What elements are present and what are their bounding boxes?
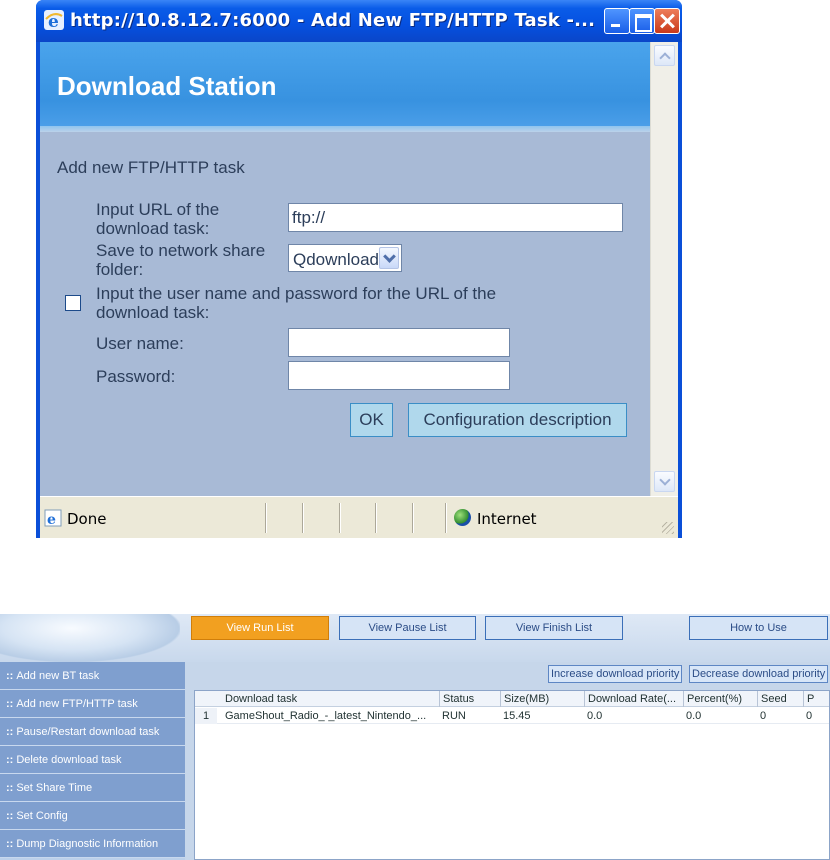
status-separator xyxy=(302,503,304,533)
sidebar-item-add-ftp-http-task[interactable]: :: Add new FTP/HTTP task xyxy=(0,690,185,718)
svg-text:e: e xyxy=(47,512,56,527)
internet-explorer-icon: e xyxy=(44,10,64,31)
increase-priority-button[interactable]: Increase download priority xyxy=(548,665,683,683)
row-number: 1 xyxy=(195,708,217,724)
banner: Download Station xyxy=(40,42,650,126)
close-button[interactable] xyxy=(654,8,680,34)
password-input[interactable] xyxy=(288,361,510,390)
column-header[interactable]: Seed xyxy=(757,691,803,707)
download-station-app: View Run List View Pause List View Finis… xyxy=(0,614,830,860)
percent-cell: 0.0 xyxy=(686,710,702,722)
scroll-up-arrow-icon[interactable] xyxy=(654,45,675,66)
status-separator xyxy=(412,503,414,533)
column-header[interactable]: Size(MB) xyxy=(500,691,584,707)
popup-window: e http://10.8.12.7:6000 - Add New FTP/HT… xyxy=(36,0,682,538)
column-header[interactable]: Percent(%) xyxy=(683,691,757,707)
popup-content: Download Station Add new FTP/HTTP task I… xyxy=(40,42,678,496)
sidebar-item-dump-diagnostic[interactable]: :: Dump Diagnostic Information xyxy=(0,830,185,858)
internet-zone-icon xyxy=(454,509,471,526)
auth-label-line1: Input the user name and password for the… xyxy=(96,284,497,303)
resize-grip-icon[interactable] xyxy=(662,522,674,534)
url-label-line1: Input URL of the xyxy=(96,200,220,219)
title-bar[interactable]: e http://10.8.12.7:6000 - Add New FTP/HT… xyxy=(36,0,682,42)
url-label-line2: download task: xyxy=(96,219,210,238)
main-panel: Increase download priority Decrease down… xyxy=(185,662,830,860)
seed-cell: 0 xyxy=(760,710,767,722)
sidebar: :: Add new BT task :: Add new FTP/HTTP tas… xyxy=(0,662,185,860)
page-status-icon: e xyxy=(44,509,62,527)
minimize-button[interactable] xyxy=(604,8,630,34)
ok-button[interactable]: OK xyxy=(350,403,393,437)
status-cell: RUN xyxy=(442,710,466,722)
password-label: Password: xyxy=(96,367,176,386)
task-name-cell: GameShout_Radio_-_latest_Nintendo_... xyxy=(225,710,427,722)
status-bar: e Done Internet xyxy=(40,496,678,538)
sidebar-item-set-config[interactable]: :: Set Config xyxy=(0,802,185,830)
table-header: Download task Status Size(MB) Download R… xyxy=(195,691,829,707)
share-folder-select[interactable]: Qdownload xyxy=(288,244,402,272)
rate-cell: 0.0 xyxy=(587,710,603,722)
column-header[interactable]: Download task xyxy=(217,691,439,707)
table-row[interactable]: 1 GameShout_Radio_-_latest_Nintendo_... … xyxy=(195,708,829,724)
zone-text: Internet xyxy=(477,510,537,528)
status-separator xyxy=(339,503,341,533)
download-task-table: Download task Status Size(MB) Download R… xyxy=(194,690,830,860)
url-input[interactable]: ftp:// xyxy=(288,203,623,232)
auth-label-line2: download task: xyxy=(96,303,210,322)
share-folder-value: Qdownload xyxy=(293,250,380,269)
column-header[interactable]: Status xyxy=(439,691,500,707)
share-label-line1: Save to network share xyxy=(96,241,266,260)
sidebar-item-set-share-time[interactable]: :: Set Share Time xyxy=(0,774,185,802)
app-header: View Run List View Pause List View Finis… xyxy=(0,614,830,662)
configuration-description-button[interactable]: Configuration description xyxy=(408,403,627,437)
banner-divider xyxy=(40,126,650,132)
column-header[interactable]: P xyxy=(803,691,829,707)
status-separator xyxy=(265,503,267,533)
tab-how-to-use[interactable]: How to Use xyxy=(689,616,828,640)
username-input[interactable] xyxy=(288,328,510,357)
vertical-scrollbar[interactable] xyxy=(650,42,678,496)
window-title: http://10.8.12.7:6000 - Add New FTP/HTTP… xyxy=(70,10,596,31)
tab-view-finish-list[interactable]: View Finish List xyxy=(485,616,623,640)
status-text: Done xyxy=(67,510,107,528)
size-cell: 15.45 xyxy=(503,710,531,722)
sidebar-item-delete-task[interactable]: :: Delete download task xyxy=(0,746,185,774)
share-label-line2: folder: xyxy=(96,260,144,279)
decrease-priority-button[interactable]: Decrease download priority xyxy=(689,665,829,683)
username-label: User name: xyxy=(96,334,184,353)
column-header[interactable]: Download Rate(... xyxy=(584,691,683,707)
status-separator xyxy=(375,503,377,533)
status-separator xyxy=(445,503,447,533)
chevron-down-icon[interactable] xyxy=(379,247,399,269)
maximize-button[interactable] xyxy=(629,8,655,34)
sidebar-item-add-bt-task[interactable]: :: Add new BT task xyxy=(0,662,185,690)
banner-title: Download Station xyxy=(57,71,277,101)
scroll-down-arrow-icon[interactable] xyxy=(654,471,675,492)
peer-cell: 0 xyxy=(806,710,813,722)
tab-view-pause-list[interactable]: View Pause List xyxy=(339,616,476,640)
logo-swoosh xyxy=(0,614,180,662)
auth-checkbox[interactable] xyxy=(65,295,81,311)
tab-view-run-list[interactable]: View Run List xyxy=(191,616,329,640)
form-heading: Add new FTP/HTTP task xyxy=(57,158,245,177)
sidebar-item-pause-restart[interactable]: :: Pause/Restart download task xyxy=(0,718,185,746)
